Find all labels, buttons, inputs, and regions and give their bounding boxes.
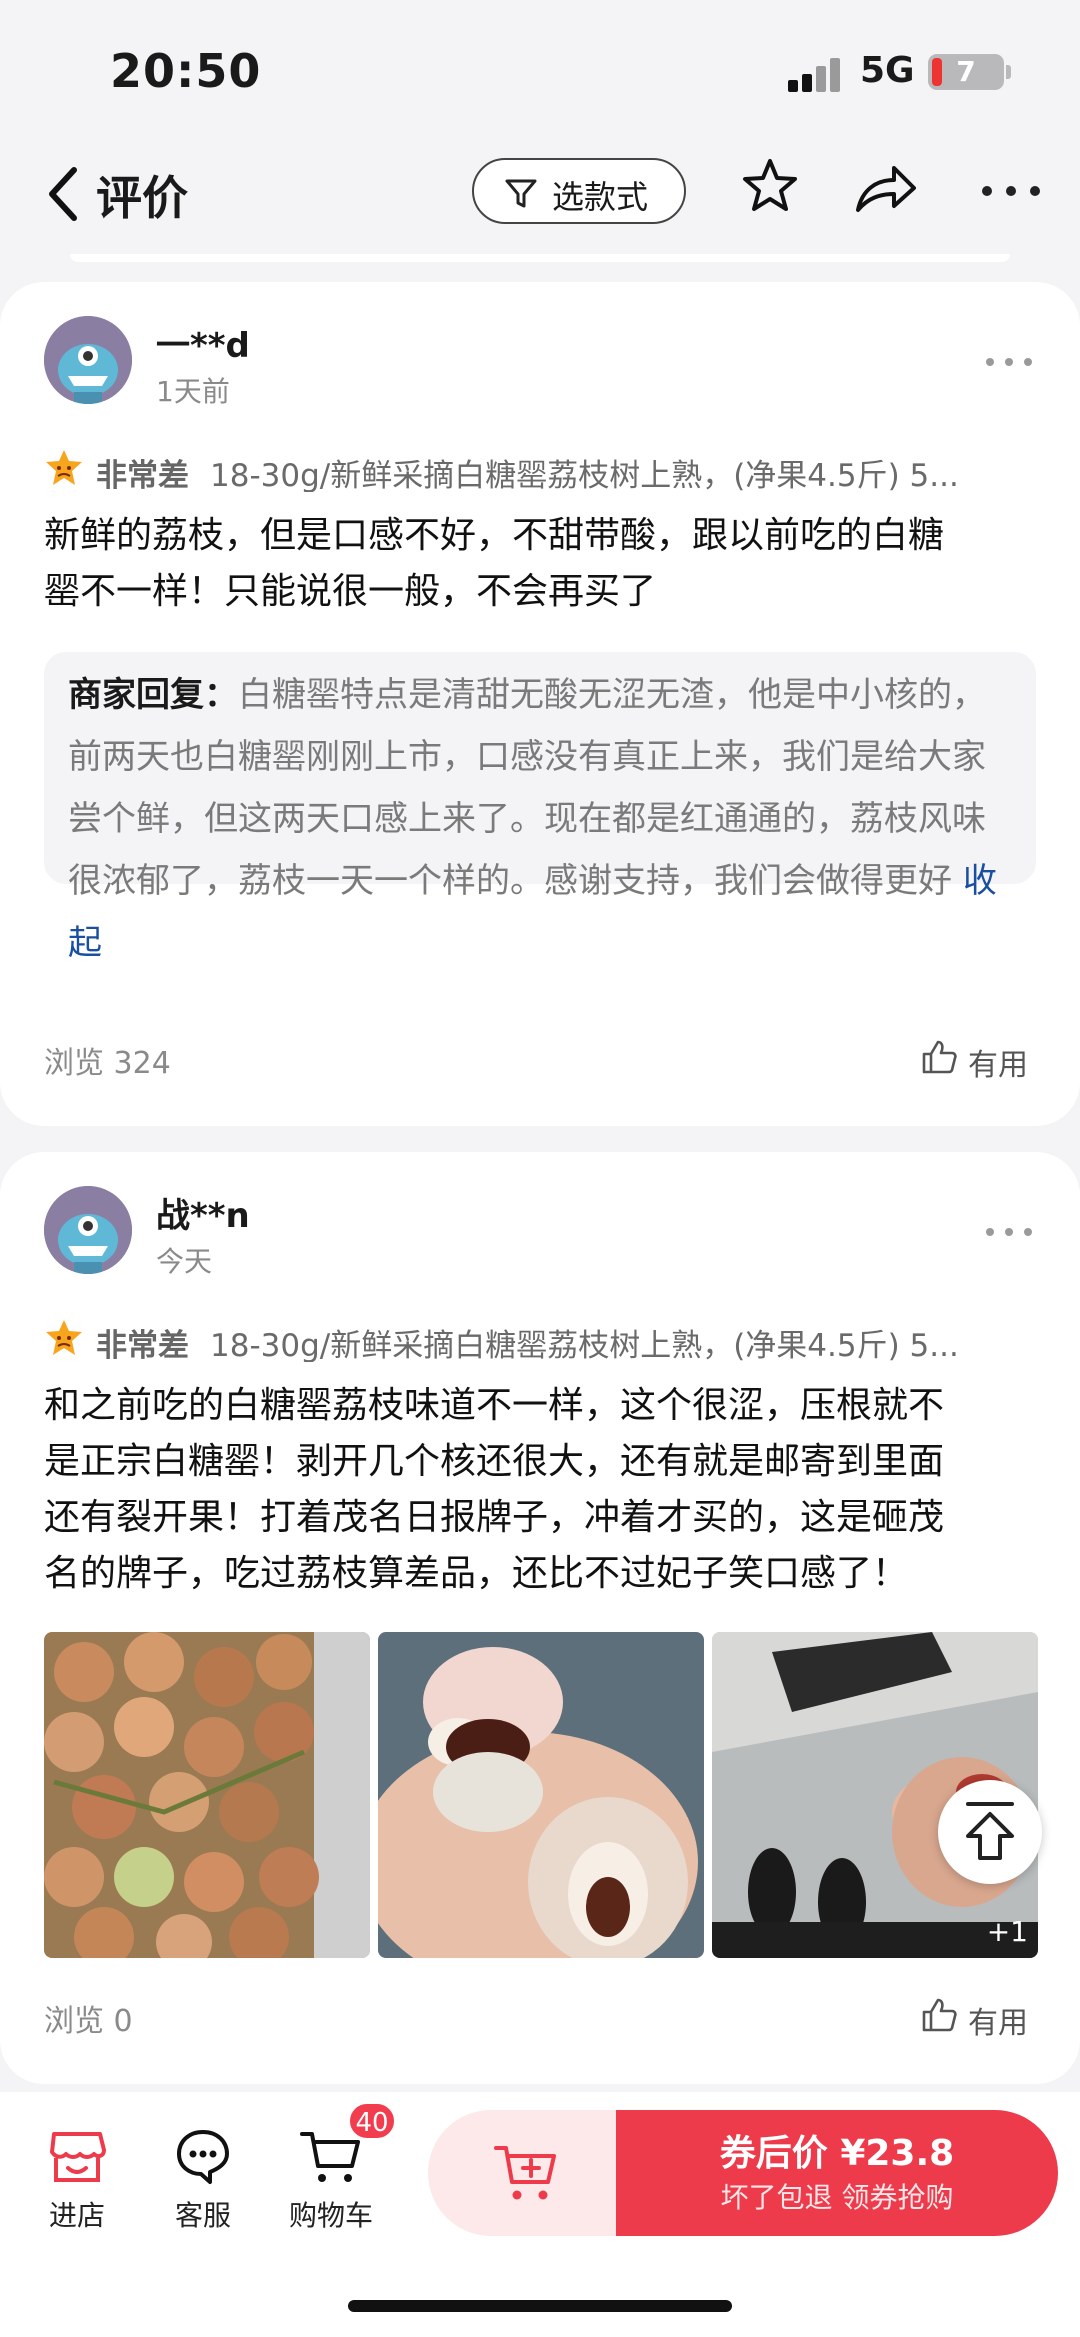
avatar[interactable] xyxy=(44,1186,132,1274)
cart-icon xyxy=(300,2132,360,2182)
more-photos-count: +1 xyxy=(986,1915,1028,1948)
post-time: 1天前 xyxy=(156,375,230,408)
review-card: 战**n 今天 非常差 18-30g/新鲜采摘白糖罂荔枝树上熟，(净果4.5斤)… xyxy=(0,1152,1080,2084)
seller-reply-label: 商家回复： xyxy=(68,675,238,715)
rating-row: 非常差 18-30g/新鲜采摘白糖罂荔枝树上熟，(净果4.5斤) 5... xyxy=(44,1318,1034,1362)
more-icon[interactable] xyxy=(982,186,1042,198)
home-indicator xyxy=(348,2300,732,2312)
previous-card-edge xyxy=(70,254,1010,262)
battery-level: 7 xyxy=(956,55,976,88)
thumb-up-icon xyxy=(922,1040,957,1074)
rating-label: 非常差 xyxy=(96,458,189,492)
signal-icon xyxy=(788,58,844,92)
service-label: 客服 xyxy=(174,2199,231,2232)
buy-subtitle: 坏了包退 领券抢购 xyxy=(720,2181,954,2214)
review-photo[interactable] xyxy=(378,1632,704,1958)
store-icon xyxy=(50,2132,106,2182)
thumb-up-icon xyxy=(922,1998,957,2032)
filter-icon xyxy=(505,179,537,208)
store-button[interactable]: 进店 xyxy=(22,2128,132,2234)
review-line: 还有裂开果！打着茂名日报牌子，冲着才买的，这是砸茂 xyxy=(44,1497,945,1538)
review-photo[interactable] xyxy=(44,1632,370,1958)
product-spec: 18-30g/新鲜采摘白糖罂荔枝树上熟，(净果4.5斤) 5... xyxy=(210,1328,959,1362)
useful-label: 有用 xyxy=(968,2006,1028,2041)
review-line: 是正宗白糖罂！剥开几个核还很大，还有就是邮寄到里面 xyxy=(44,1441,945,1482)
username: 战**n xyxy=(156,1196,250,1236)
review-card: 一**d 1天前 非常差 18-30g/新鲜采摘白糖罂荔枝树上熟，(净果4.5斤… xyxy=(0,282,1080,1126)
back-to-top-button[interactable] xyxy=(938,1780,1042,1884)
cart-count-badge: 40 xyxy=(348,2102,396,2140)
card-more-icon[interactable] xyxy=(986,1228,1032,1236)
buy-now-button[interactable]: 券后价 ¥23.8 坏了包退 领券抢购 xyxy=(616,2110,1058,2236)
add-cart-icon xyxy=(494,2146,556,2200)
back-icon[interactable] xyxy=(44,164,84,224)
card-more-icon[interactable] xyxy=(986,358,1032,366)
battery-tip xyxy=(1006,65,1011,79)
useful-label: 有用 xyxy=(968,1048,1028,1083)
cart-label: 购物车 xyxy=(288,2199,373,2232)
share-icon[interactable] xyxy=(852,160,918,216)
status-time: 20:50 xyxy=(110,44,262,98)
review-text: 和之前吃的白糖罂荔枝味道不一样，这个很涩，压根就不 是正宗白糖罂！剥开几个核还很… xyxy=(44,1378,1034,1602)
review-line: 名的牌子，吃过荔枝算差品，还比不过妃子笑口感了！ xyxy=(44,1553,909,1594)
angry-face-icon xyxy=(46,450,82,485)
avatar[interactable] xyxy=(44,316,132,404)
battery-icon: 7 xyxy=(928,54,1004,90)
filter-style-button[interactable]: 选款式 xyxy=(472,158,686,224)
seller-reply: 商家回复：白糖罂特点是清甜无酸无涩无渣，他是中小核的，前两天也白糖罂刚刚上市，口… xyxy=(44,652,1036,963)
peeled-lychee-photo xyxy=(378,1632,704,1958)
avatar-monster-icon xyxy=(44,316,132,404)
star-icon[interactable] xyxy=(740,156,800,216)
service-icon xyxy=(177,2130,229,2184)
filter-label: 选款式 xyxy=(552,178,649,216)
rating-label: 非常差 xyxy=(96,1328,189,1362)
view-count: 浏览 324 xyxy=(44,1046,171,1081)
useful-button[interactable]: 有用 xyxy=(920,1038,1040,1083)
product-spec: 18-30g/新鲜采摘白糖罂荔枝树上熟，(净果4.5斤) 5... xyxy=(210,458,959,492)
username: 一**d xyxy=(156,326,250,366)
page-title: 评价 xyxy=(96,171,188,225)
angry-face-icon xyxy=(46,1320,82,1355)
post-time: 今天 xyxy=(156,1245,213,1278)
avatar-monster-icon xyxy=(44,1186,132,1274)
add-to-cart-button[interactable] xyxy=(428,2110,628,2236)
cart-button[interactable]: 购物车 xyxy=(276,2128,386,2234)
review-text: 新鲜的荔枝，但是口感不好，不甜带酸，跟以前吃的白糖 罂不一样！只能说很一般，不会… xyxy=(44,508,1034,620)
coupon-price: 券后价 ¥23.8 xyxy=(719,2133,955,2174)
view-count: 浏览 0 xyxy=(44,2004,133,2039)
useful-button[interactable]: 有用 xyxy=(920,1996,1040,2041)
nav-bar: 评价 选款式 xyxy=(0,140,1080,260)
lychee-pile-photo xyxy=(44,1632,370,1958)
customer-service-button[interactable]: 客服 xyxy=(148,2128,258,2234)
review-photos: +1 xyxy=(44,1632,1038,1958)
review-line: 罂不一样！只能说很一般，不会再买了 xyxy=(44,571,657,612)
network-type: 5G xyxy=(860,50,915,91)
rating-row: 非常差 18-30g/新鲜采摘白糖罂荔枝树上熟，(净果4.5斤) 5... xyxy=(44,448,1034,492)
review-line: 新鲜的荔枝，但是口感不好，不甜带酸，跟以前吃的白糖 xyxy=(44,515,945,556)
review-line: 和之前吃的白糖罂荔枝味道不一样，这个很涩，压根就不 xyxy=(44,1385,945,1426)
store-label: 进店 xyxy=(48,2199,105,2232)
back-to-top-icon xyxy=(966,1802,1014,1860)
status-bar: 20:50 5G 7 xyxy=(0,0,1080,140)
